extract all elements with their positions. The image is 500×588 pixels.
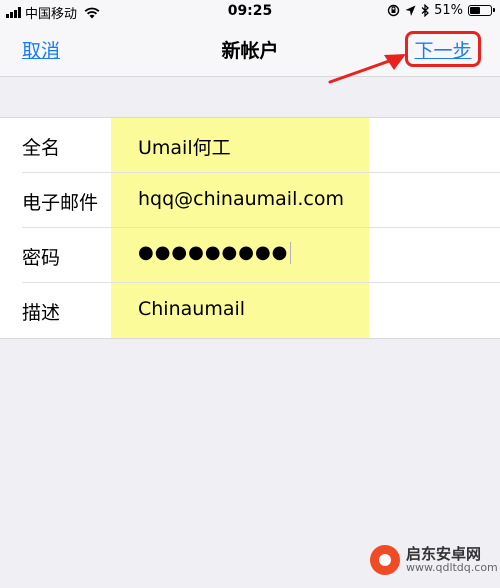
- location-icon: [405, 5, 416, 16]
- password-label: 密码: [22, 247, 61, 269]
- account-form: 全名 Umail何工 电子邮件 hqq@chinaumail.com 密码 ●●…: [0, 117, 500, 339]
- status-right: 51%: [387, 3, 495, 18]
- next-step-label: 下一步: [414, 39, 472, 62]
- text-cursor: [290, 242, 292, 264]
- email-label: 电子邮件: [22, 192, 99, 214]
- full-name-label: 全名: [22, 137, 61, 159]
- navigation-bar: 取消 新帐户 下一步: [0, 24, 500, 77]
- battery-fill: [470, 7, 480, 14]
- password-input[interactable]: ●●●●●●●●●: [138, 242, 292, 264]
- bluetooth-icon: [421, 4, 430, 17]
- email-input[interactable]: hqq@chinaumail.com: [138, 188, 344, 210]
- battery-percent: 51%: [434, 3, 463, 18]
- form-row-full-name[interactable]: 全名 Umail何工: [0, 118, 500, 173]
- next-step-button[interactable]: 下一步: [405, 31, 481, 67]
- status-bar: 中国移动 09:25 51%: [0, 0, 500, 24]
- watermark-name: 启东安卓网: [406, 544, 482, 563]
- watermark-text: 启东安卓网 www.qdltdq.com: [406, 546, 498, 575]
- form-row-email[interactable]: 电子邮件 hqq@chinaumail.com: [0, 173, 500, 228]
- watermark-logo-icon: [370, 545, 400, 575]
- password-dots: ●●●●●●●●●: [138, 242, 289, 263]
- annotation-arrow: [328, 54, 406, 84]
- form-row-password[interactable]: 密码 ●●●●●●●●●: [0, 228, 500, 283]
- orientation-lock-icon: [387, 4, 400, 17]
- description-label: 描述: [22, 302, 61, 324]
- battery-icon: [468, 5, 495, 16]
- full-name-input[interactable]: Umail何工: [138, 133, 231, 160]
- description-input[interactable]: Chinaumail: [138, 298, 245, 320]
- watermark-url: www.qdltdq.com: [406, 561, 498, 575]
- form-row-description[interactable]: 描述 Chinaumail: [0, 283, 500, 338]
- watermark: 启东安卓网 www.qdltdq.com: [370, 545, 498, 575]
